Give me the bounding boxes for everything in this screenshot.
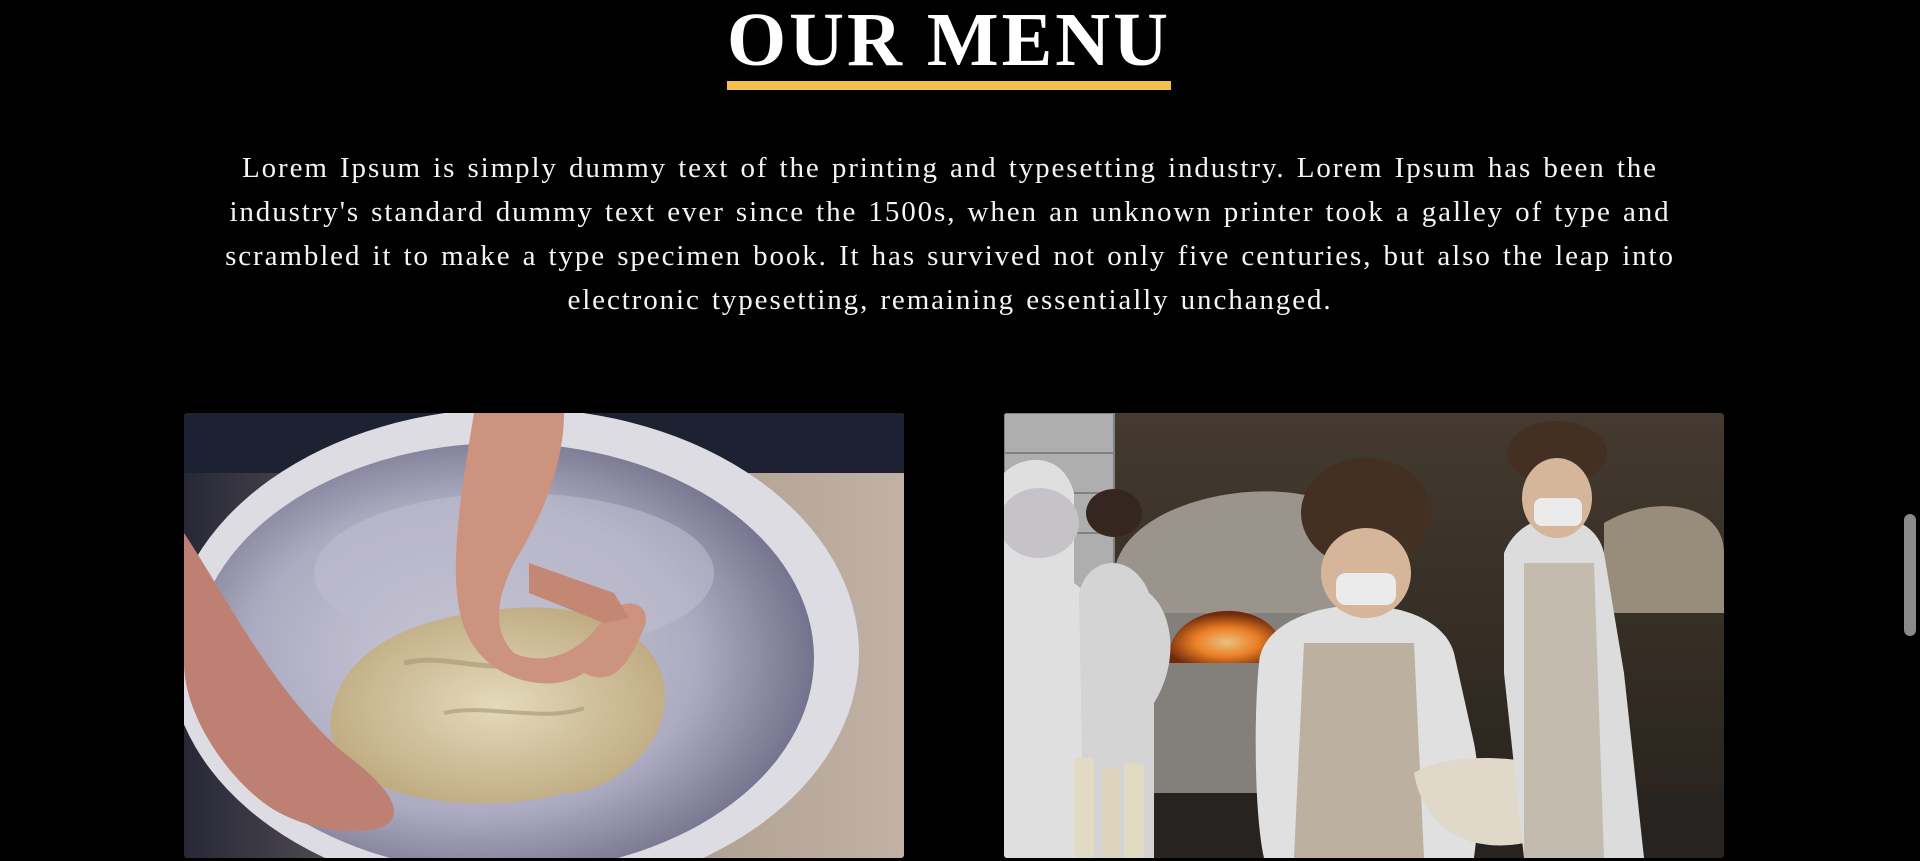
bakers-oven-image bbox=[1004, 413, 1724, 858]
dough-kneading-image bbox=[184, 413, 904, 858]
intro-paragraph: Lorem Ipsum is simply dummy text of the … bbox=[225, 152, 1675, 316]
dough-kneading-photo bbox=[184, 413, 904, 858]
scrollbar-thumb[interactable] bbox=[1904, 514, 1916, 636]
section-title: OUR MENU bbox=[726, 2, 1172, 90]
section-header: OUR MENU bbox=[0, 0, 1898, 141]
page-scrollbar[interactable] bbox=[1898, 0, 1920, 861]
bakers-oven-photo bbox=[1004, 413, 1724, 858]
